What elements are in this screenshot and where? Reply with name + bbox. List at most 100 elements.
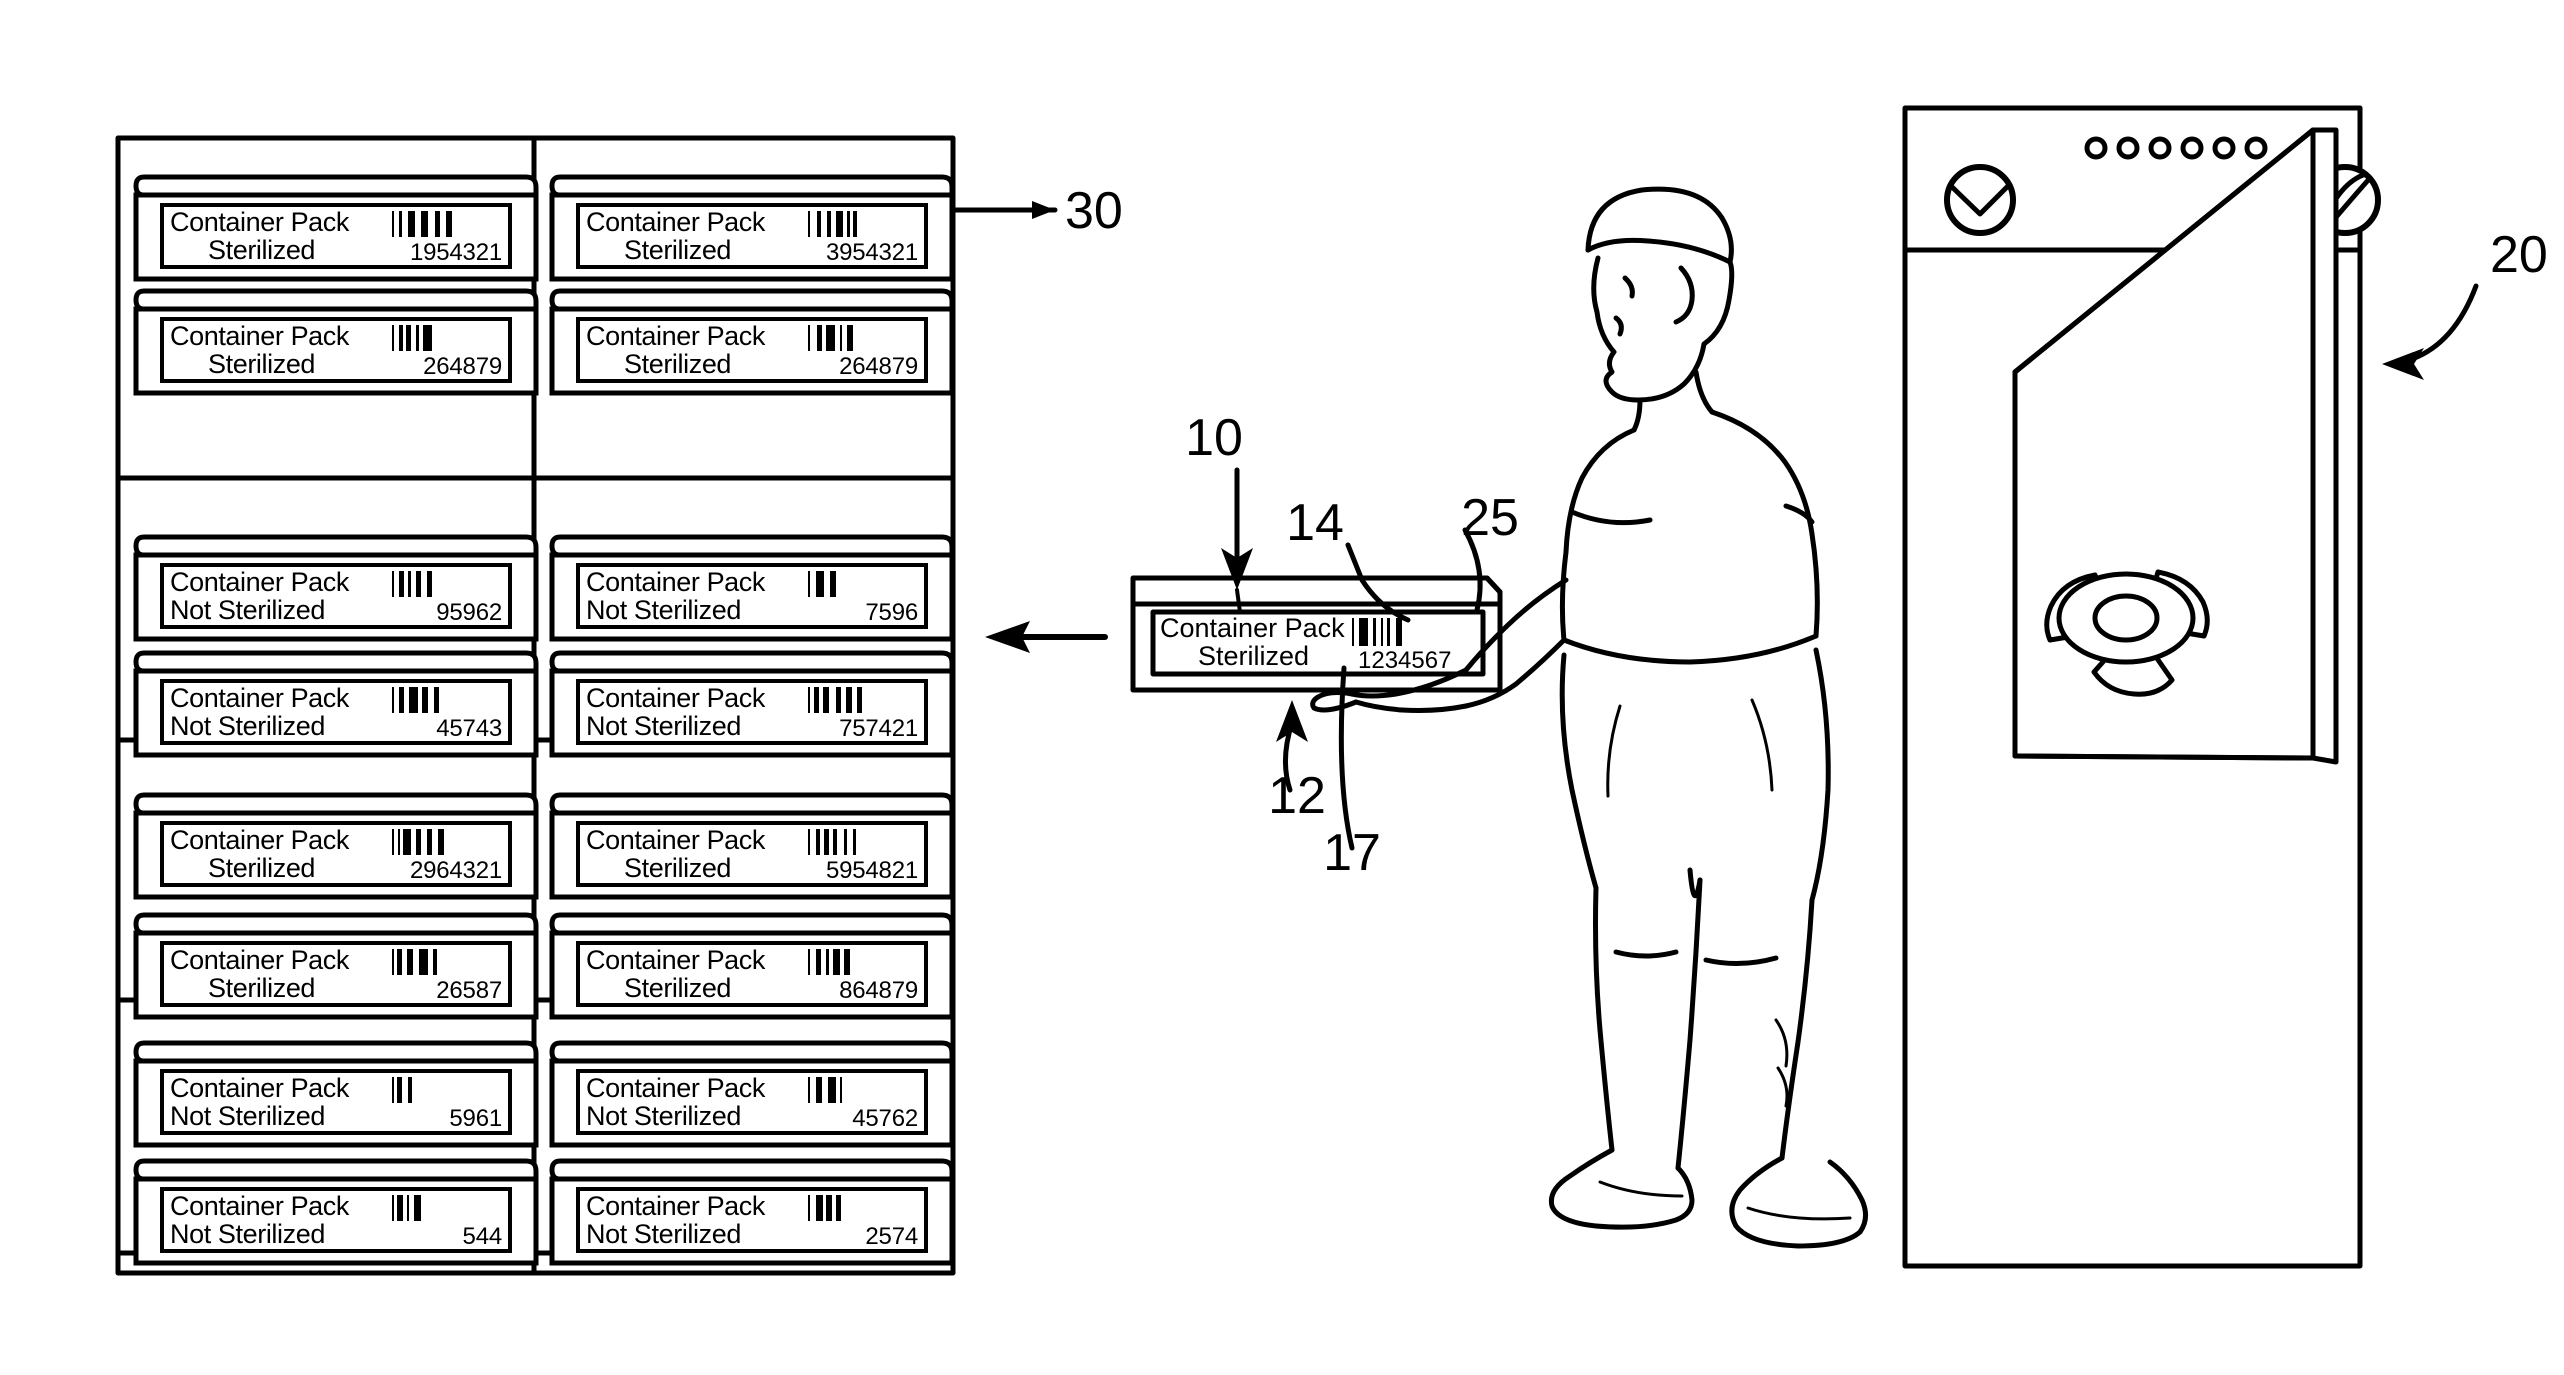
patent-figure-sheet: 30 Container Pack Sterilized 1954321 Contai… xyxy=(0,0,2564,1375)
sterilizer-gauge-icon xyxy=(1944,164,2016,236)
container-label-line1: Container Pack xyxy=(170,1073,350,1103)
container-label-code: 2964321 xyxy=(410,857,502,884)
rack-container: Container PackNot Sterilized 45762 xyxy=(549,1040,955,1148)
container-label-line1: Container Pack xyxy=(170,567,350,597)
rack-container: Container PackSterilized 864879 xyxy=(549,912,955,1020)
sterilizer-indicator-light xyxy=(2212,136,2236,160)
carried-container: Container Pack Sterilized 1234567 xyxy=(1130,575,1503,693)
rack-container: Container PackSterilized 26587 xyxy=(133,912,539,1020)
container-label-line2: Sterilized xyxy=(624,973,731,1003)
container-label-code: 26587 xyxy=(436,977,502,1004)
rack-container: Container PackSterilized 1954321 xyxy=(133,174,539,282)
container-label-line2: Not Sterilized xyxy=(170,711,325,741)
container-label-line1: Container Pack xyxy=(586,825,766,855)
sterilizer-indicator-light xyxy=(2116,136,2140,160)
container-label-line1: Container Pack xyxy=(170,1191,350,1221)
sterilizer-door-back-leaf xyxy=(2310,127,2339,765)
sterilizer-indicator-light xyxy=(2180,136,2204,160)
container-label-line1: Container Pack xyxy=(170,321,350,351)
container-label-line1: Container Pack xyxy=(170,207,350,237)
sterilizer-unit xyxy=(1902,105,2381,1269)
carried-label-line2: Sterilized xyxy=(1198,641,1309,671)
container-label-line1: Container Pack xyxy=(586,567,766,597)
reference-numeral-30: 30 xyxy=(1065,182,1123,240)
container-label-line2: Sterilized xyxy=(624,853,731,883)
container-lid xyxy=(549,288,955,312)
container-label-code: 757421 xyxy=(839,715,918,742)
container-label-line1: Container Pack xyxy=(586,683,766,713)
container-label-line2: Not Sterilized xyxy=(170,595,325,625)
container-label-line2: Not Sterilized xyxy=(586,1101,741,1131)
container-lid xyxy=(549,1158,955,1182)
container-label-line1: Container Pack xyxy=(586,1073,766,1103)
transfer-arrow xyxy=(985,621,1108,653)
reference-numeral-12: 12 xyxy=(1268,767,1326,825)
container-label-line2: Sterilized xyxy=(208,853,315,883)
container-label-code: 3954321 xyxy=(826,239,918,266)
reference-numeral-25: 25 xyxy=(1461,489,1519,547)
technician-figure xyxy=(1310,186,1868,1249)
container-lid xyxy=(549,1040,955,1064)
rack-container: Container PackSterilized 5954821 xyxy=(549,792,955,900)
container-lid xyxy=(549,792,955,816)
container-label-line2: Sterilized xyxy=(624,349,731,379)
container-lid xyxy=(133,1158,539,1182)
container-lid xyxy=(133,288,539,312)
container-label-line2: Sterilized xyxy=(624,235,731,265)
rack-container: Container PackNot Sterilized 7596 xyxy=(549,534,955,642)
container-label-line2: Not Sterilized xyxy=(586,595,741,625)
container-label-code: 7596 xyxy=(865,599,918,626)
rack-container: Container PackSterilized 3954321 xyxy=(549,174,955,282)
rack-container: Container PackNot Sterilized 5961 xyxy=(133,1040,539,1148)
sterilizer-indicator-light xyxy=(2148,136,2172,160)
container-label-code: 1954321 xyxy=(410,239,502,266)
sterilizer-indicator-light xyxy=(2244,136,2268,160)
rack-container: Container PackNot Sterilized 757421 xyxy=(549,650,955,758)
reference-numeral-10: 10 xyxy=(1185,409,1243,467)
container-label-line1: Container Pack xyxy=(170,945,350,975)
container-lid xyxy=(133,650,539,674)
container-lid xyxy=(133,912,539,936)
container-label-line2: Sterilized xyxy=(208,235,315,265)
container-label-line2: Not Sterilized xyxy=(170,1219,325,1249)
container-label-line2: Sterilized xyxy=(208,349,315,379)
rack-container: Container PackNot Sterilized 95962 xyxy=(133,534,539,642)
container-lid xyxy=(549,174,955,198)
rack-container: Container PackSterilized 264879 xyxy=(549,288,955,396)
rack-container: Container PackNot Sterilized 2574 xyxy=(549,1158,955,1266)
container-label-code: 95962 xyxy=(436,599,502,626)
reference-numeral-20: 20 xyxy=(2490,226,2548,284)
container-lid xyxy=(133,534,539,558)
container-lid xyxy=(133,792,539,816)
container-lid xyxy=(549,650,955,674)
container-lid xyxy=(133,174,539,198)
reference-numeral-14: 14 xyxy=(1286,494,1344,552)
container-label-line2: Sterilized xyxy=(208,973,315,1003)
container-label-line2: Not Sterilized xyxy=(170,1101,325,1131)
container-label-code: 264879 xyxy=(839,353,918,380)
container-label-code: 45743 xyxy=(436,715,502,742)
container-lid xyxy=(549,912,955,936)
rack-reference-leader xyxy=(950,201,1058,219)
container-label-code: 544 xyxy=(463,1223,502,1250)
container-label-line1: Container Pack xyxy=(170,683,350,713)
container-label-code: 5954821 xyxy=(826,857,918,884)
container-label-line1: Container Pack xyxy=(170,825,350,855)
container-label-line1: Container Pack xyxy=(586,321,766,351)
rack-container: Container PackSterilized 264879 xyxy=(133,288,539,396)
container-label-line1: Container Pack xyxy=(586,1191,766,1221)
container-label-code: 45762 xyxy=(852,1105,918,1132)
carried-label-code: 1234567 xyxy=(1358,647,1451,674)
container-label-code: 864879 xyxy=(839,977,918,1004)
sterilizer-indicator-light xyxy=(2084,136,2108,160)
container-label-line2: Not Sterilized xyxy=(586,711,741,741)
container-label-line1: Container Pack xyxy=(586,945,766,975)
rack-container-group: Container PackSterilized 1954321Container… xyxy=(133,174,955,1266)
carried-label-line1: Container Pack xyxy=(1160,613,1345,643)
patent-figure-drawing: 30 Container PackSterilized 1954321Contai… xyxy=(115,105,2548,1276)
container-lid xyxy=(133,1040,539,1064)
sterilizer-reference-leader xyxy=(2382,283,2479,380)
container-label-line2: Not Sterilized xyxy=(586,1219,741,1249)
container-label-code: 5961 xyxy=(449,1105,502,1132)
rack-container: Container PackNot Sterilized 544 xyxy=(133,1158,539,1266)
